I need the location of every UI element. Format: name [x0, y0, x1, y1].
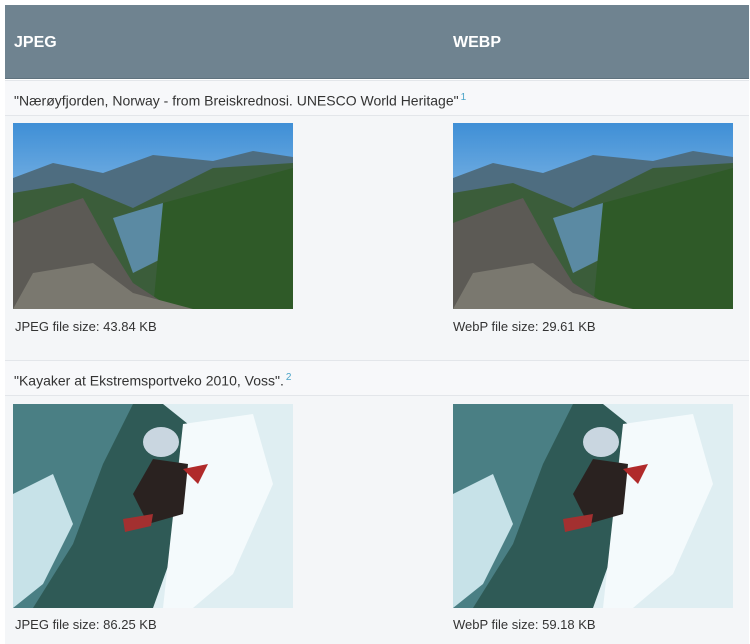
row-divider — [5, 346, 749, 360]
caption-text: "Kayaker at Ekstremsportveko 2010, Voss"… — [14, 372, 284, 389]
webp-file-size: WebP file size: 59.18 KB — [453, 617, 596, 632]
webp-file-size: WebP file size: 29.61 KB — [453, 319, 596, 334]
footnote-link[interactable]: 1 — [461, 92, 467, 103]
image-caption: "Kayaker at Ekstremsportveko 2010, Voss"… — [14, 372, 291, 389]
column-header-jpeg: JPEG — [14, 34, 57, 51]
caption-text: "Nærøyfjorden, Norway - from Breiskredno… — [14, 92, 459, 109]
fjord-webp-image — [453, 123, 733, 309]
jpeg-file-size: JPEG file size: 43.84 KB — [15, 319, 157, 334]
fjord-jpeg-image — [13, 123, 293, 309]
image-caption: "Nærøyfjorden, Norway - from Breiskredno… — [14, 92, 466, 109]
caption-row: "Nærøyfjorden, Norway - from Breiskredno… — [5, 80, 749, 116]
kayaker-webp-image — [453, 404, 733, 608]
image-row: JPEG file size: 86.25 KB WebP file size:… — [5, 396, 749, 644]
image-row: JPEG file size: 43.84 KB WebP file size:… — [5, 116, 749, 346]
footnote-link[interactable]: 2 — [286, 372, 292, 383]
column-header-webp: WEBP — [453, 34, 501, 51]
kayaker-jpeg-image — [13, 404, 293, 608]
caption-row: "Kayaker at Ekstremsportveko 2010, Voss"… — [5, 360, 749, 396]
jpeg-file-size: JPEG file size: 86.25 KB — [15, 617, 157, 632]
table-header: JPEG WEBP — [5, 5, 749, 79]
